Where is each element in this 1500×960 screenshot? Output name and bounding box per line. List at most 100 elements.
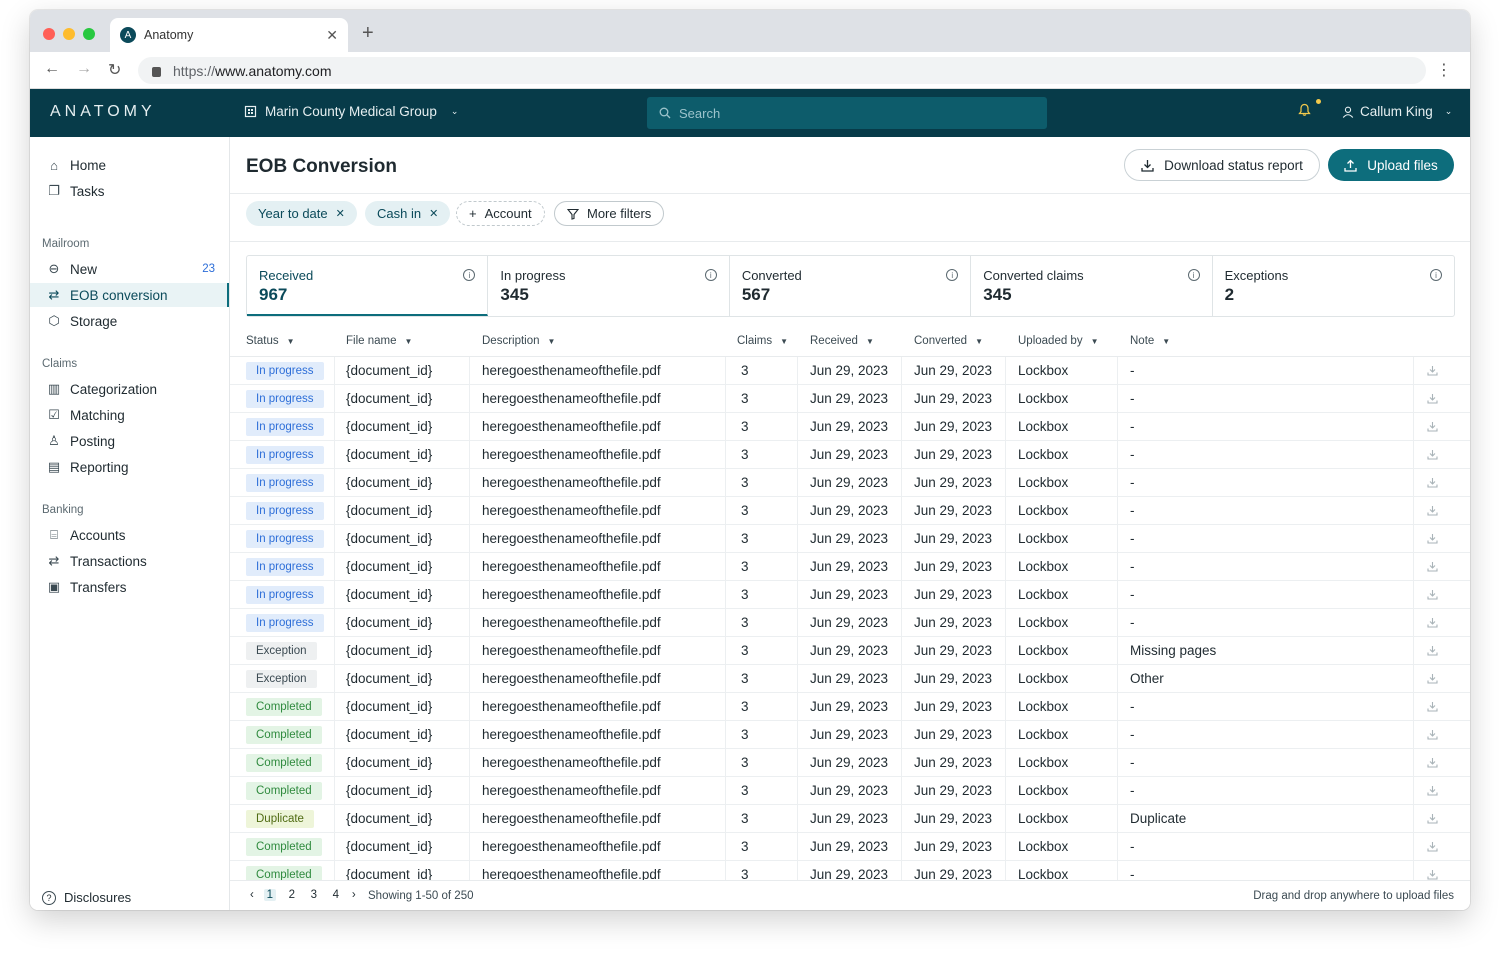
close-window-button[interactable] [43, 28, 55, 40]
sidebar-item-posting[interactable]: ♙ Posting [30, 429, 229, 453]
file-cell[interactable]: {document_id} [346, 861, 432, 880]
page-button[interactable]: 4 [330, 889, 342, 901]
info-icon[interactable]: i [1187, 269, 1200, 281]
sidebar-item-home[interactable]: ⌂ Home [30, 153, 229, 177]
download-icon[interactable] [1427, 721, 1438, 748]
new-tab-icon[interactable]: + [362, 22, 374, 45]
remove-filter-icon[interactable]: ✕ [429, 207, 438, 220]
download-icon[interactable] [1427, 665, 1438, 692]
file-cell[interactable]: {document_id} [346, 805, 432, 832]
file-cell[interactable]: {document_id} [346, 693, 432, 720]
table-row[interactable]: In progress {document_id} heregoesthenameo… [230, 469, 1470, 497]
stat-card-converted[interactable]: Converted 567 i [730, 256, 972, 316]
file-cell[interactable]: {document_id} [346, 413, 432, 440]
maximize-window-button[interactable] [83, 28, 95, 40]
file-cell[interactable]: {document_id} [346, 385, 432, 412]
file-cell[interactable]: {document_id} [346, 553, 432, 580]
download-icon[interactable] [1427, 581, 1438, 608]
table-row[interactable]: In progress {document_id} heregoesthenameo… [230, 385, 1470, 413]
download-icon[interactable] [1427, 805, 1438, 832]
filter-chip-cash-in[interactable]: Cash in ✕ [365, 201, 451, 226]
page-button[interactable]: 3 [308, 889, 320, 901]
sidebar-item-matching[interactable]: ☑ Matching [30, 403, 229, 427]
table-row[interactable]: Exception {document_id} heregoesthenameoft… [230, 665, 1470, 693]
disclosures-link[interactable]: ? Disclosures [42, 890, 131, 905]
sidebar-item-new[interactable]: ⊖ New 23 [30, 257, 229, 281]
chevron-left-icon[interactable]: ‹ [250, 889, 254, 901]
bell-icon[interactable] [1298, 103, 1311, 120]
file-cell[interactable]: {document_id} [346, 637, 432, 664]
column-header-status[interactable]: Status ▼ [246, 335, 295, 347]
download-icon[interactable] [1427, 609, 1438, 636]
page-button[interactable]: 2 [286, 889, 298, 901]
table-row[interactable]: Completed {document_id} heregoesthenameoft… [230, 721, 1470, 749]
file-cell[interactable]: {document_id} [346, 357, 432, 384]
file-cell[interactable]: {document_id} [346, 777, 432, 804]
sidebar-item-transfers[interactable]: ▣ Transfers [30, 575, 229, 599]
table-row[interactable]: Completed {document_id} heregoesthenameoft… [230, 749, 1470, 777]
file-cell[interactable]: {document_id} [346, 749, 432, 776]
info-icon[interactable]: i [704, 269, 717, 281]
sidebar-item-reporting[interactable]: ▤ Reporting [30, 455, 229, 479]
table-row[interactable]: In progress {document_id} heregoesthenameo… [230, 413, 1470, 441]
download-icon[interactable] [1427, 497, 1438, 524]
file-cell[interactable]: {document_id} [346, 441, 432, 468]
download-icon[interactable] [1427, 525, 1438, 552]
file-cell[interactable]: {document_id} [346, 469, 432, 496]
stat-card-received[interactable]: Received 967 i [247, 256, 489, 316]
download-icon[interactable] [1427, 469, 1438, 496]
stat-card-converted-claims[interactable]: Converted claims 345 i [971, 256, 1213, 316]
download-icon[interactable] [1427, 385, 1438, 412]
browser-menu-icon[interactable]: ⋮ [1436, 60, 1452, 80]
remove-filter-icon[interactable]: ✕ [336, 207, 345, 220]
download-icon[interactable] [1427, 553, 1438, 580]
back-arrow-icon[interactable]: ← [44, 60, 60, 78]
filter-chip-year-to-date[interactable]: Year to date ✕ [246, 201, 357, 226]
anatomy-logo[interactable]: ANATOMY [50, 103, 156, 121]
download-icon[interactable] [1427, 833, 1438, 860]
table-row[interactable]: In progress {document_id} heregoesthenameo… [230, 581, 1470, 609]
sidebar-item-transactions[interactable]: ⇄ Transactions [30, 549, 229, 573]
file-cell[interactable]: {document_id} [346, 525, 432, 552]
user-menu[interactable]: Callum King ⌄ [1342, 104, 1452, 119]
file-cell[interactable]: {document_id} [346, 833, 432, 860]
column-header-received[interactable]: Received ▼ [810, 335, 874, 347]
download-icon[interactable] [1427, 441, 1438, 468]
download-icon[interactable] [1427, 777, 1438, 804]
more-filters-button[interactable]: More filters [554, 201, 665, 226]
minimize-window-button[interactable] [63, 28, 75, 40]
download-icon[interactable] [1427, 413, 1438, 440]
download-status-report-button[interactable]: Download status report [1124, 149, 1320, 181]
info-icon[interactable]: i [1430, 269, 1443, 281]
close-tab-icon[interactable]: ✕ [326, 27, 338, 44]
table-row[interactable]: Completed {document_id} heregoesthenameoft… [230, 693, 1470, 721]
file-cell[interactable]: {document_id} [346, 497, 432, 524]
add-account-filter-button[interactable]: + Account [456, 201, 545, 226]
page-button[interactable]: 1 [263, 889, 276, 901]
org-switcher[interactable]: Marin County Medical Group ⌄ [244, 104, 458, 119]
table-row[interactable]: In progress {document_id} heregoesthenameo… [230, 497, 1470, 525]
column-header-note[interactable]: Note ▼ [1130, 335, 1170, 347]
download-icon[interactable] [1427, 637, 1438, 664]
table-row[interactable]: In progress {document_id} heregoesthenameo… [230, 609, 1470, 637]
chevron-right-icon[interactable]: › [352, 889, 356, 901]
file-cell[interactable]: {document_id} [346, 581, 432, 608]
column-header-description[interactable]: Description ▼ [482, 335, 555, 347]
file-cell[interactable]: {document_id} [346, 721, 432, 748]
column-header-file-name[interactable]: File name ▼ [346, 335, 412, 347]
table-row[interactable]: In progress {document_id} heregoesthenameo… [230, 525, 1470, 553]
download-icon[interactable] [1427, 357, 1438, 384]
sidebar-item-eob-conversion[interactable]: ⇄ EOB conversion [30, 283, 229, 307]
sidebar-item-categorization[interactable]: ▥ Categorization [30, 377, 229, 401]
table-row[interactable]: In progress {document_id} heregoesthenameo… [230, 553, 1470, 581]
column-header-converted[interactable]: Converted ▼ [914, 335, 983, 347]
forward-arrow-icon[interactable]: → [76, 60, 92, 78]
search-input[interactable]: Search [647, 97, 1047, 129]
sidebar-item-tasks[interactable]: ❐ Tasks [30, 179, 229, 203]
download-icon[interactable] [1427, 861, 1438, 880]
table-row[interactable]: Completed {document_id} heregoesthenameoft… [230, 833, 1470, 861]
browser-tab[interactable]: A Anatomy ✕ [110, 18, 348, 52]
table-row[interactable]: Duplicate {document_id} heregoesthenameoft… [230, 805, 1470, 833]
sidebar-item-storage[interactable]: ⬡ Storage [30, 309, 229, 333]
file-cell[interactable]: {document_id} [346, 609, 432, 636]
